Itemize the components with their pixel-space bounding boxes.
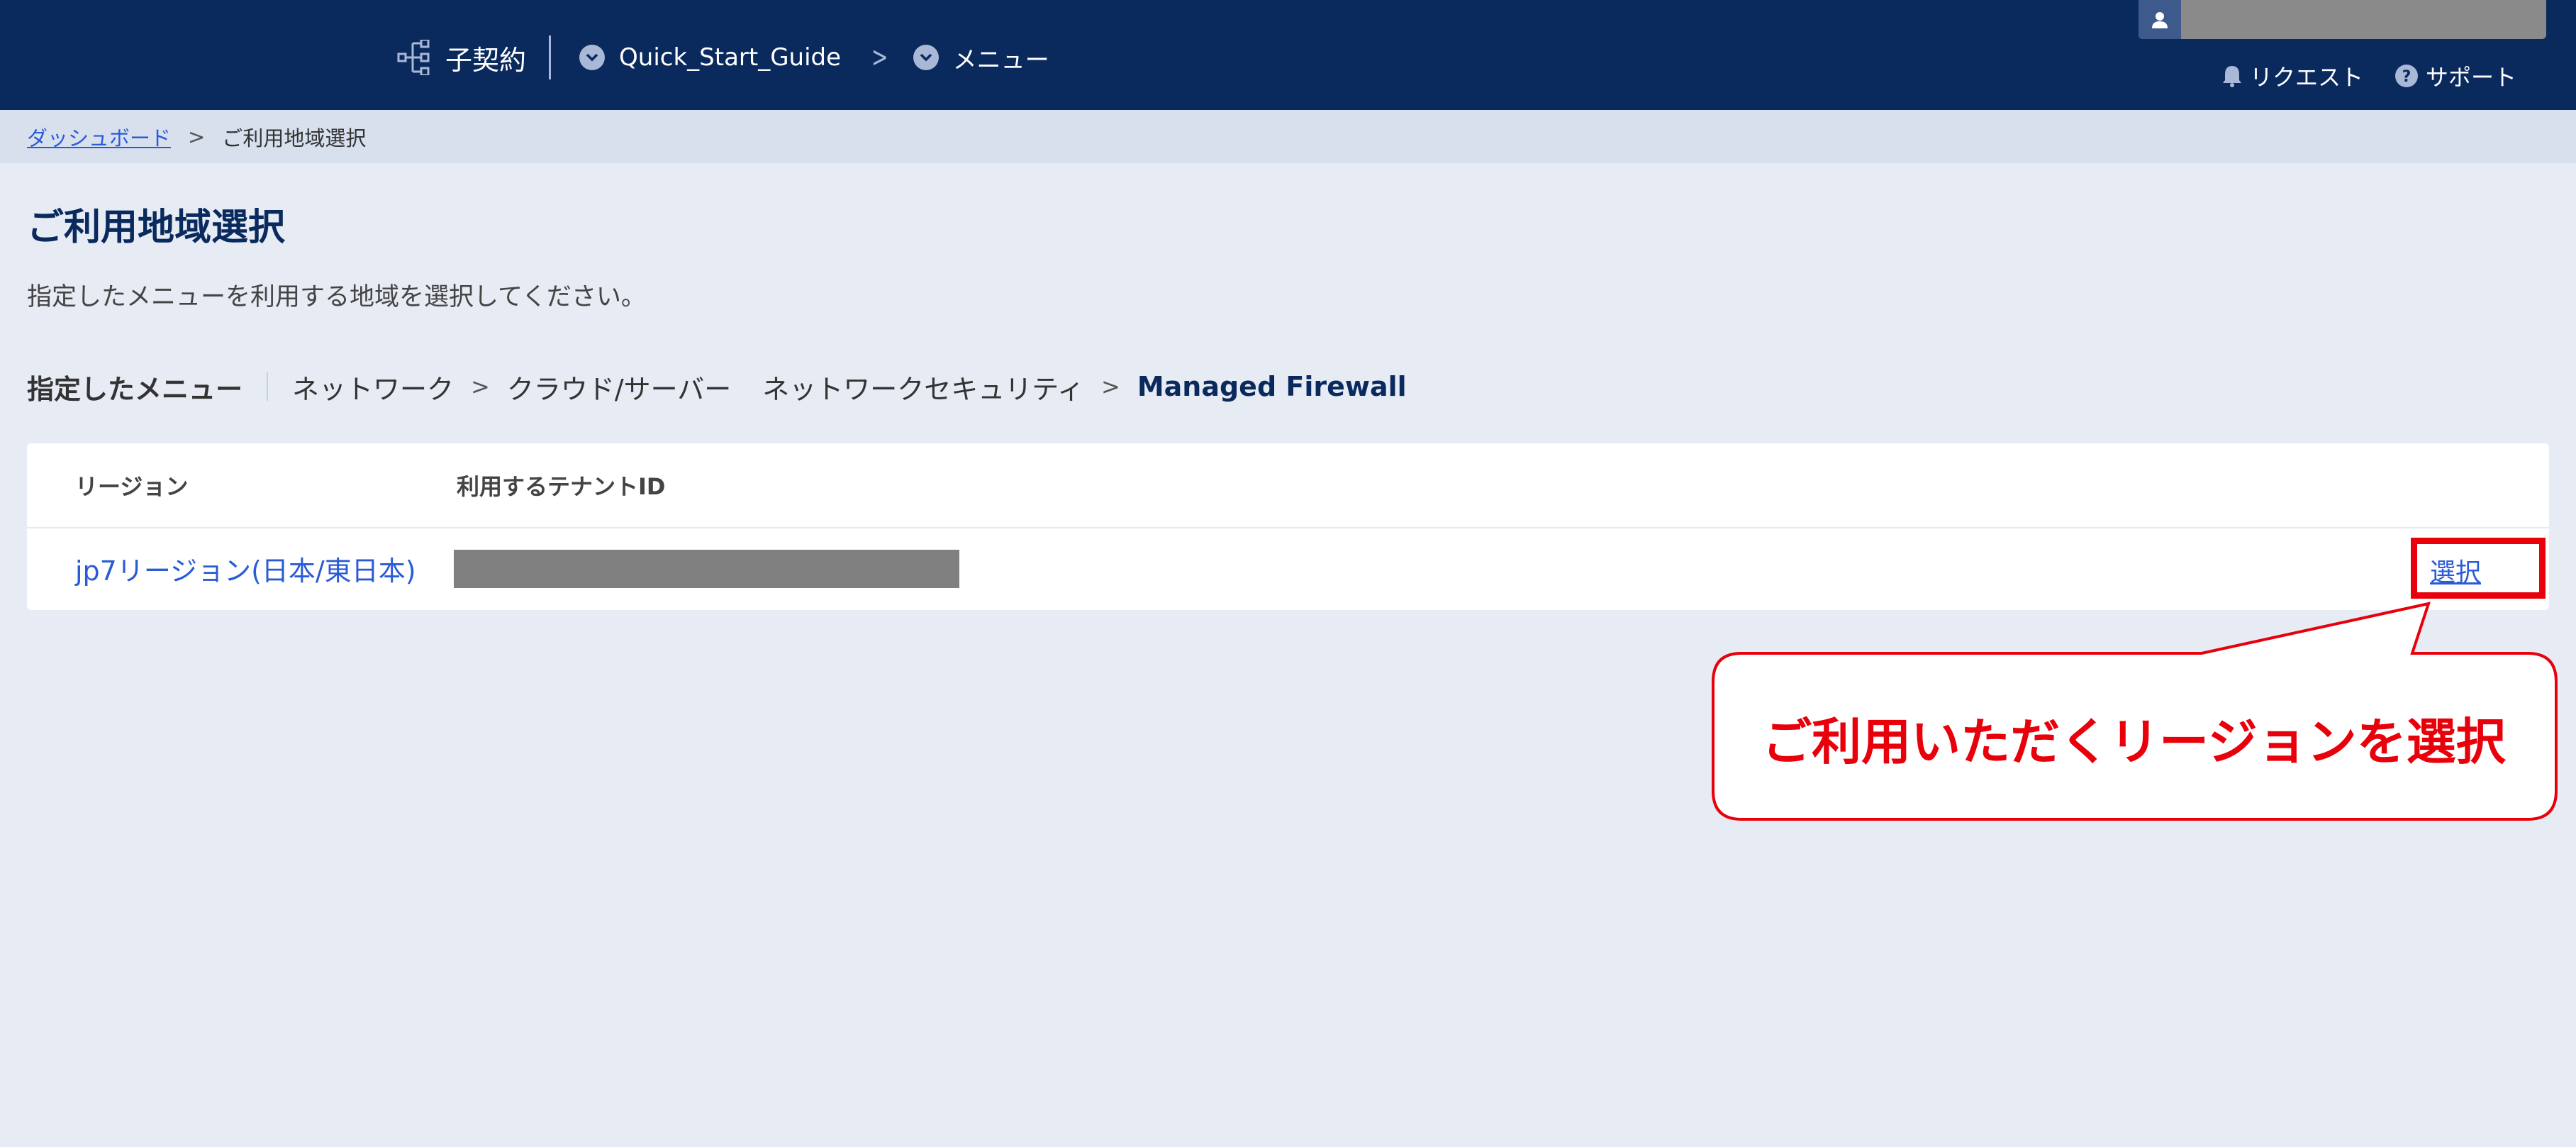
org-tree-icon <box>397 40 430 75</box>
menu-path-item: ネットワーク <box>292 373 455 405</box>
nav-quick-start-guide[interactable]: Quick_Start_Guide <box>579 43 841 72</box>
region-name: jp7リージョン(日本/東日本) <box>75 555 416 587</box>
page-description: 指定したメニューを利用する地域を選択してください。 <box>27 283 646 311</box>
nav-sub-contract[interactable]: 子契約 <box>397 38 526 77</box>
callout-text: ご利用いただくリージョンを選択 <box>1762 712 2506 771</box>
divider <box>267 372 269 401</box>
request-link[interactable]: リクエスト <box>2221 60 2363 92</box>
chevron-right-icon: > <box>188 124 206 149</box>
support-link[interactable]: ? サポート <box>2394 60 2516 92</box>
nav-menu-label: メニュー <box>952 45 1049 74</box>
menu-path-item: クラウド/サーバー <box>506 373 732 405</box>
chevron-down-circle-icon <box>579 45 606 70</box>
column-header-tenant-id: 利用するテナントID <box>457 473 666 500</box>
page-title: ご利用地域選択 <box>27 206 286 249</box>
bell-icon <box>2222 66 2241 87</box>
user-icon <box>2139 0 2181 39</box>
breadcrumb-dashboard-link[interactable]: ダッシュボード <box>27 122 171 152</box>
breadcrumb: ダッシュボード > ご利用地域選択 <box>0 110 2576 163</box>
nav-sub-contract-label: 子契約 <box>445 44 527 76</box>
region-table: リージョン 利用するテナントID jp7リージョン(日本/東日本) 選択 <box>27 443 2549 610</box>
chevron-right-icon: > <box>871 41 888 74</box>
request-link-label: リクエスト <box>2249 64 2363 91</box>
table-header: リージョン 利用するテナントID <box>27 443 2549 528</box>
help-circle-icon: ? <box>2394 65 2418 87</box>
support-link-label: サポート <box>2425 64 2516 91</box>
menu-path-item: ネットワークセキュリティ <box>762 373 1085 405</box>
selected-menu-path: 指定したメニュー ネットワーク > クラウド/サーバー ネットワークセキュリティ… <box>27 369 1407 405</box>
chevron-down-circle-icon <box>913 45 939 70</box>
nav-menu[interactable]: メニュー <box>913 40 1049 75</box>
header-links: リクエスト ? サポート <box>2221 60 2516 92</box>
nav-divider <box>549 35 552 79</box>
table-row: jp7リージョン(日本/東日本) 選択 <box>27 528 2549 609</box>
chevron-right-icon: > <box>471 373 490 400</box>
svg-text:?: ? <box>2402 68 2411 86</box>
column-header-region: リージョン <box>75 473 189 500</box>
selected-menu-label: 指定したメニュー <box>27 373 243 405</box>
tenant-id-redacted <box>454 549 959 588</box>
select-region-button[interactable]: 選択 <box>2430 552 2481 589</box>
chevron-right-icon: > <box>1101 373 1120 400</box>
nav-quick-start-guide-label: Quick_Start_Guide <box>619 43 842 72</box>
top-header: 子契約 Quick_Start_Guide > メニュー リクエスト ? サポー… <box>0 0 2576 110</box>
menu-path-item-current: Managed Firewall <box>1137 371 1407 402</box>
breadcrumb-current: ご利用地域選択 <box>222 126 367 150</box>
user-account-button[interactable] <box>2139 0 2546 39</box>
header-nav: 子契約 Quick_Start_Guide > メニュー <box>397 34 1049 81</box>
